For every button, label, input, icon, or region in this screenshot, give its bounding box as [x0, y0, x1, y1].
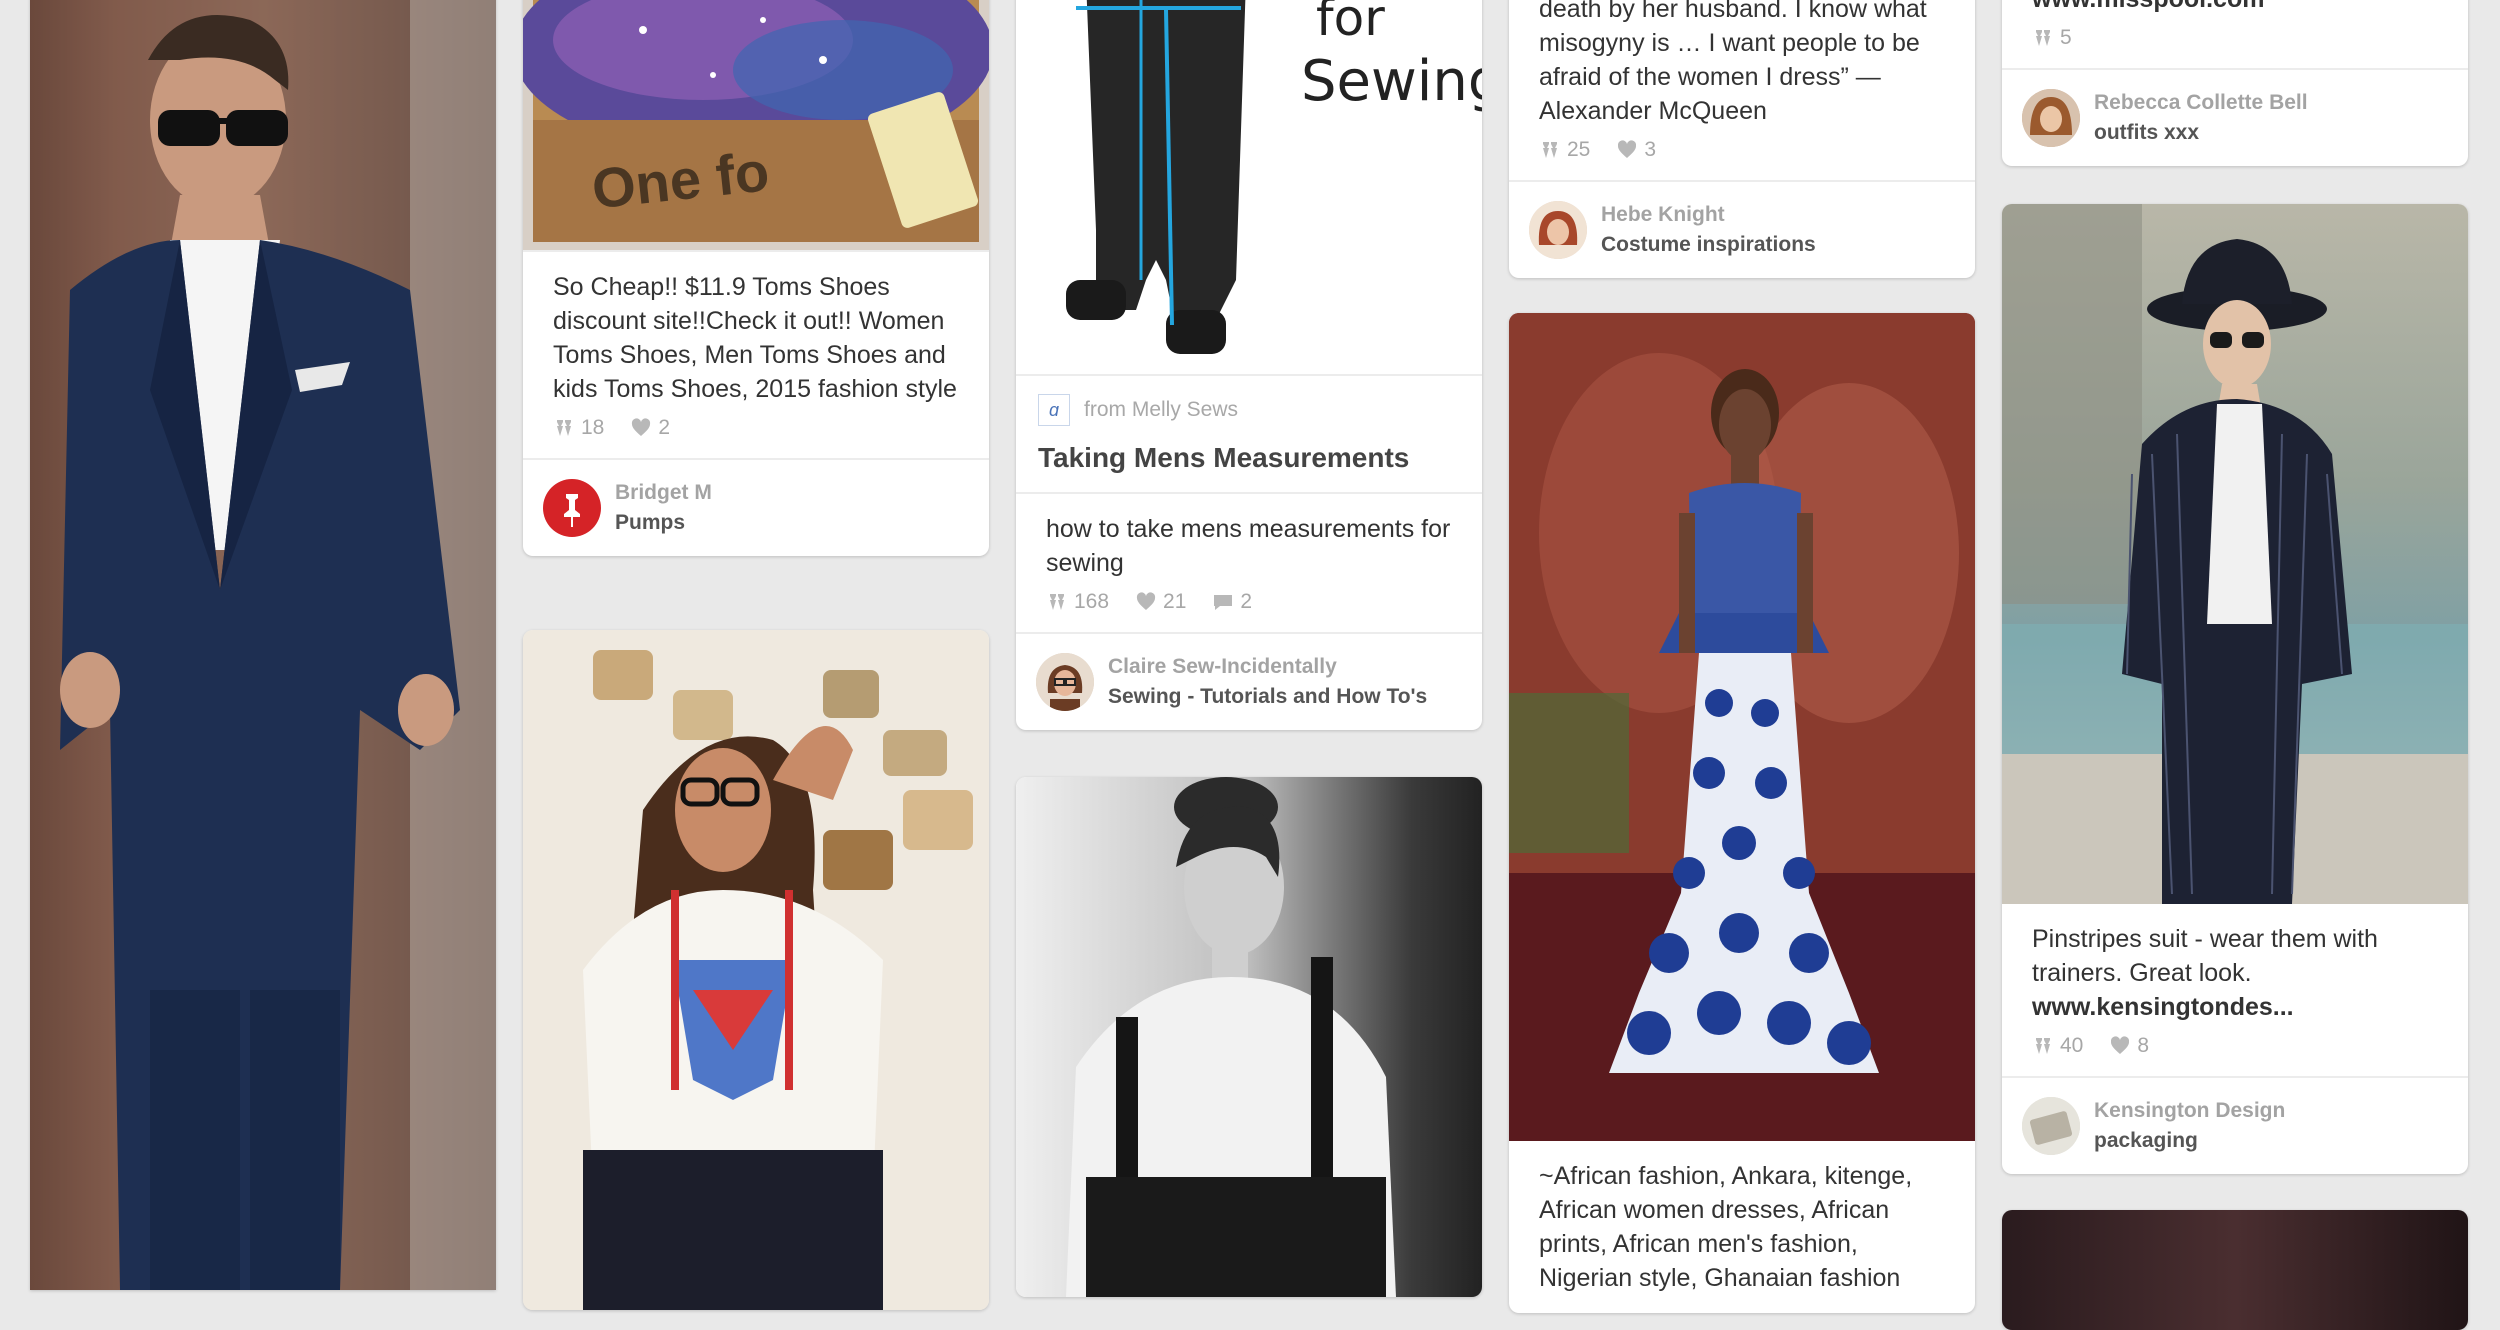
- pin-card-measurements[interactable]: for Sewing ɑ from Melly Sews Taking Mens…: [1016, 0, 1482, 730]
- pin-description: ~African fashion, Ankara, kitenge, Afric…: [1539, 1162, 1913, 1292]
- pin-image-bw[interactable]: [1016, 777, 1482, 1297]
- source-text[interactable]: from Melly Sews: [1084, 398, 1238, 422]
- pin-attribution[interactable]: Claire Sew-Incidentally Sewing - Tutoria…: [1016, 634, 1482, 730]
- pin-card-mcqueen[interactable]: death by her husband. I know what misogy…: [1509, 0, 1975, 278]
- pinner-name[interactable]: Hebe Knight: [1601, 200, 1816, 230]
- repin-count: 168: [1046, 590, 1109, 614]
- pinner-avatar[interactable]: [2022, 89, 2080, 147]
- pin-stats: 168 21 2: [1016, 590, 1482, 632]
- pin-stats: 18 2: [523, 416, 989, 458]
- pin-image-toms[interactable]: One fo: [523, 0, 989, 250]
- board-name[interactable]: Sewing - Tutorials and How To's: [1108, 682, 1427, 712]
- like-number: 2: [658, 416, 671, 439]
- image-caption-for: for: [1316, 0, 1385, 47]
- repin-icon: [1543, 142, 1557, 158]
- pin-stats: 25 3: [1509, 138, 1975, 180]
- repin-count: 25: [1539, 138, 1590, 162]
- pinner-avatar[interactable]: [2022, 1097, 2080, 1155]
- pin-link-text[interactable]: www.kensingtondes...: [2032, 993, 2294, 1021]
- board-name[interactable]: Pumps: [615, 508, 712, 538]
- pin-stats: 5: [2002, 26, 2468, 68]
- pin-image-measurements[interactable]: for Sewing: [1016, 0, 1482, 374]
- pin-attribution[interactable]: Bridget M Pumps: [523, 460, 989, 556]
- repin-number: 5: [2060, 26, 2072, 49]
- pin-card-bw[interactable]: [1016, 777, 1482, 1297]
- pin-card-toms[interactable]: One fo So Cheap!! $11.9 Toms Shoes disco…: [523, 0, 989, 556]
- pin-title[interactable]: Taking Mens Measurements: [1016, 434, 1482, 492]
- pin-description: how to take mens measurements for sewing: [1046, 515, 1451, 577]
- pinner-name[interactable]: Rebecca Collette Bell: [2094, 88, 2308, 118]
- like-number: 21: [1163, 590, 1187, 613]
- repin-count: 40: [2032, 1034, 2083, 1058]
- repin-count: 18: [553, 416, 604, 440]
- pin-image-pinstripe[interactable]: [2002, 204, 2468, 904]
- pin-attribution[interactable]: Kensington Design packaging: [2002, 1078, 2468, 1174]
- pin-attribution[interactable]: Rebecca Collette Bell outfits xxx: [2002, 70, 2468, 166]
- pin-attribution[interactable]: Hebe Knight Costume inspirations: [1509, 182, 1975, 278]
- pinner-avatar[interactable]: [1036, 653, 1094, 711]
- pin-source[interactable]: ɑ from Melly Sews: [1016, 376, 1482, 434]
- pin-card-superman[interactable]: [523, 630, 989, 1310]
- source-favicon-icon: ɑ: [1038, 394, 1070, 426]
- repin-icon: [2036, 1038, 2050, 1054]
- board-name[interactable]: outfits xxx: [2094, 118, 2308, 148]
- image-caption-sewing: Sewing: [1301, 49, 1482, 114]
- repin-icon: [557, 420, 571, 436]
- like-number: 3: [1644, 138, 1657, 161]
- pin-description: death by her husband. I know what misogy…: [1539, 0, 1927, 125]
- repin-number: 168: [1074, 590, 1110, 613]
- pinner-name[interactable]: Claire Sew-Incidentally: [1108, 652, 1427, 682]
- pinner-name[interactable]: Bridget M: [615, 478, 712, 508]
- pin-description: Pinstripes suit - wear them with trainer…: [2002, 904, 2468, 1034]
- like-count: 8: [2109, 1034, 2149, 1058]
- like-count: 2: [630, 416, 670, 440]
- pin-stats: 40 8: [2002, 1034, 2468, 1076]
- pin-image-bottom[interactable]: [2002, 1210, 2468, 1330]
- pin-description-text: Pinstripes suit - wear them with trainer…: [2032, 925, 2378, 987]
- pin-card-african[interactable]: ~African fashion, Ankara, kitenge, Afric…: [1509, 313, 1975, 1313]
- pin-link[interactable]: www.misspool.com: [2002, 0, 2468, 26]
- repin-icon: [1050, 594, 1064, 610]
- pin-card-bottom[interactable]: [2002, 1210, 2468, 1330]
- pin-image-suit[interactable]: [30, 0, 496, 1290]
- like-count: 21: [1135, 590, 1186, 614]
- repin-number: 40: [2060, 1034, 2084, 1057]
- board-name[interactable]: Costume inspirations: [1601, 230, 1816, 260]
- like-count: 3: [1616, 138, 1656, 162]
- pin-card-misspool[interactable]: www.misspool.com 5 Rebecca Collette Bell…: [2002, 0, 2468, 166]
- pin-card-pinstripe[interactable]: Pinstripes suit - wear them with trainer…: [2002, 204, 2468, 1174]
- heart-icon: [1618, 140, 1637, 158]
- repin-icon: [2036, 30, 2050, 46]
- pin-card-suit[interactable]: [30, 0, 496, 1290]
- pinner-name[interactable]: Kensington Design: [2094, 1096, 2285, 1126]
- pin-link-text[interactable]: www.misspool.com: [2032, 0, 2264, 13]
- heart-icon: [2111, 1036, 2130, 1054]
- board-name[interactable]: packaging: [2094, 1126, 2285, 1156]
- heart-icon: [632, 418, 651, 436]
- pin-description: So Cheap!! $11.9 Toms Shoes discount sit…: [553, 273, 957, 403]
- repin-number: 25: [1567, 138, 1591, 161]
- repin-count: 5: [2032, 26, 2072, 50]
- pin-image-superman[interactable]: [523, 630, 989, 1310]
- comment-icon: [1214, 595, 1233, 610]
- pin-avatar-icon[interactable]: [543, 479, 601, 537]
- repin-number: 18: [581, 416, 605, 439]
- comment-count: 2: [1212, 590, 1252, 614]
- heart-icon: [1136, 592, 1156, 610]
- pin-image-african[interactable]: [1509, 313, 1975, 1141]
- pinner-avatar[interactable]: [1529, 201, 1587, 259]
- comment-number: 2: [1240, 590, 1253, 613]
- like-number: 8: [2137, 1034, 2150, 1057]
